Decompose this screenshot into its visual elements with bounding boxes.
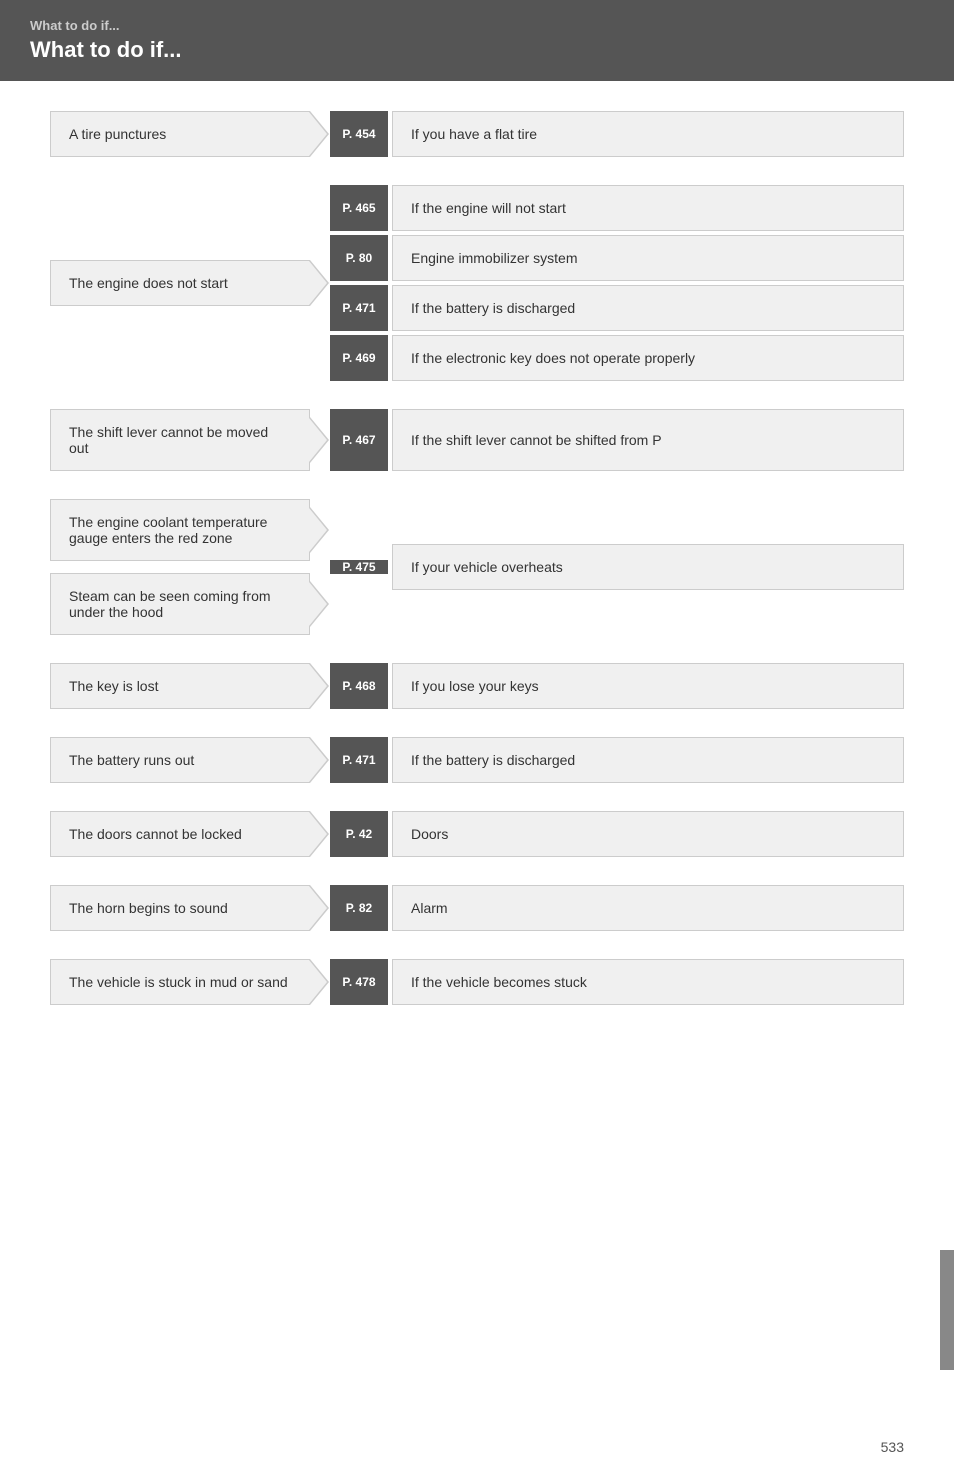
shift-label: The shift lever cannot be moved out: [69, 424, 291, 456]
doors-row: The doors cannot be locked P. 42 Doors: [50, 811, 904, 857]
doors-left-box: The doors cannot be locked: [50, 811, 310, 857]
sidebar-accent: [940, 1250, 954, 1370]
engine-right-row-2: P. 471 If the battery is discharged: [310, 285, 904, 331]
entry-doors: The doors cannot be locked P. 42 Doors: [50, 811, 904, 857]
engine-label: The engine does not start: [69, 275, 228, 291]
horn-right-box: Alarm: [392, 885, 904, 931]
engine-page-0: P. 465: [330, 185, 388, 231]
doors-page-badge: P. 42: [330, 811, 388, 857]
engine-page-1: P. 80: [330, 235, 388, 281]
shift-page-badge: P. 467: [330, 409, 388, 471]
entry-stuck: The vehicle is stuck in mud or sand P. 4…: [50, 959, 904, 1005]
engine-desc-1: Engine immobilizer system: [392, 235, 904, 281]
shift-row: The shift lever cannot be moved out P. 4…: [50, 409, 904, 471]
entry-horn: The horn begins to sound P. 82 Alarm: [50, 885, 904, 931]
battery-row: The battery runs out P. 471 If the batte…: [50, 737, 904, 783]
shift-right-box: If the shift lever cannot be shifted fro…: [392, 409, 904, 471]
entry-battery: The battery runs out P. 471 If the batte…: [50, 737, 904, 783]
entry-shift-lever: The shift lever cannot be moved out P. 4…: [50, 409, 904, 471]
key-left-box: The key is lost: [50, 663, 310, 709]
page-header: What to do if... What to do if...: [0, 0, 954, 81]
horn-row: The horn begins to sound P. 82 Alarm: [50, 885, 904, 931]
horn-page-badge: P. 82: [330, 885, 388, 931]
overheat-left-box-1: The engine coolant temperature gauge ent…: [50, 499, 310, 561]
stuck-label: The vehicle is stuck in mud or sand: [69, 974, 288, 990]
key-right-box: If you lose your keys: [392, 663, 904, 709]
header-title: What to do if...: [30, 37, 924, 63]
engine-desc-2: If the battery is discharged: [392, 285, 904, 331]
stuck-page-badge: P. 478: [330, 959, 388, 1005]
overheat-label-1: The engine coolant temperature gauge ent…: [69, 514, 291, 546]
battery-page-badge: P. 471: [330, 737, 388, 783]
battery-label: The battery runs out: [69, 752, 194, 768]
doors-right-box: Doors: [392, 811, 904, 857]
entry-tire: A tire punctures P. 454 If you have a fl…: [50, 111, 904, 157]
engine-left-box: The engine does not start: [50, 260, 310, 306]
engine-page-3: P. 469: [330, 335, 388, 381]
engine-right-row-0: P. 465 If the engine will not start: [310, 185, 904, 231]
header-subtitle: What to do if...: [30, 18, 924, 33]
battery-left-box: The battery runs out: [50, 737, 310, 783]
entry-engine-no-start: The engine does not start P. 465 If the …: [50, 185, 904, 381]
overheat-right-inner: P. 475 If your vehicle overheats: [310, 499, 904, 635]
engine-page-2: P. 471: [330, 285, 388, 331]
engine-right-col: P. 465 If the engine will not start P. 8…: [310, 185, 904, 381]
engine-desc-0: If the engine will not start: [392, 185, 904, 231]
overheat-page-badge: P. 475: [330, 560, 388, 574]
key-page-badge: P. 468: [330, 663, 388, 709]
tire-left-box: A tire punctures: [50, 111, 310, 157]
overheat-left-col: The engine coolant temperature gauge ent…: [50, 499, 310, 635]
shift-left-box: The shift lever cannot be moved out: [50, 409, 310, 471]
overheat-right-box: If your vehicle overheats: [392, 544, 904, 590]
stuck-row: The vehicle is stuck in mud or sand P. 4…: [50, 959, 904, 1005]
tire-row: A tire punctures P. 454 If you have a fl…: [50, 111, 904, 157]
entry-overheat: The engine coolant temperature gauge ent…: [50, 499, 904, 635]
battery-right-box: If the battery is discharged: [392, 737, 904, 783]
page-number: 533: [881, 1439, 904, 1455]
key-label: The key is lost: [69, 678, 158, 694]
tire-right-box: If you have a flat tire: [392, 111, 904, 157]
tire-page-badge: P. 454: [330, 111, 388, 157]
overheat-label-2: Steam can be seen coming from under the …: [69, 588, 291, 620]
engine-desc-3: If the electronic key does not operate p…: [392, 335, 904, 381]
overheat-right-col: P. 475 If your vehicle overheats: [310, 499, 904, 635]
horn-label: The horn begins to sound: [69, 900, 228, 916]
tire-label: A tire punctures: [69, 126, 166, 142]
main-content: A tire punctures P. 454 If you have a fl…: [0, 81, 954, 1093]
key-row: The key is lost P. 468 If you lose your …: [50, 663, 904, 709]
doors-label: The doors cannot be locked: [69, 826, 242, 842]
horn-left-box: The horn begins to sound: [50, 885, 310, 931]
stuck-right-box: If the vehicle becomes stuck: [392, 959, 904, 1005]
engine-right-row-3: P. 469 If the electronic key does not op…: [310, 335, 904, 381]
entry-key-lost: The key is lost P. 468 If you lose your …: [50, 663, 904, 709]
overheat-left-box-2: Steam can be seen coming from under the …: [50, 573, 310, 635]
engine-left-col: The engine does not start: [50, 185, 310, 381]
engine-right-row-1: P. 80 Engine immobilizer system: [310, 235, 904, 281]
stuck-left-box: The vehicle is stuck in mud or sand: [50, 959, 310, 1005]
